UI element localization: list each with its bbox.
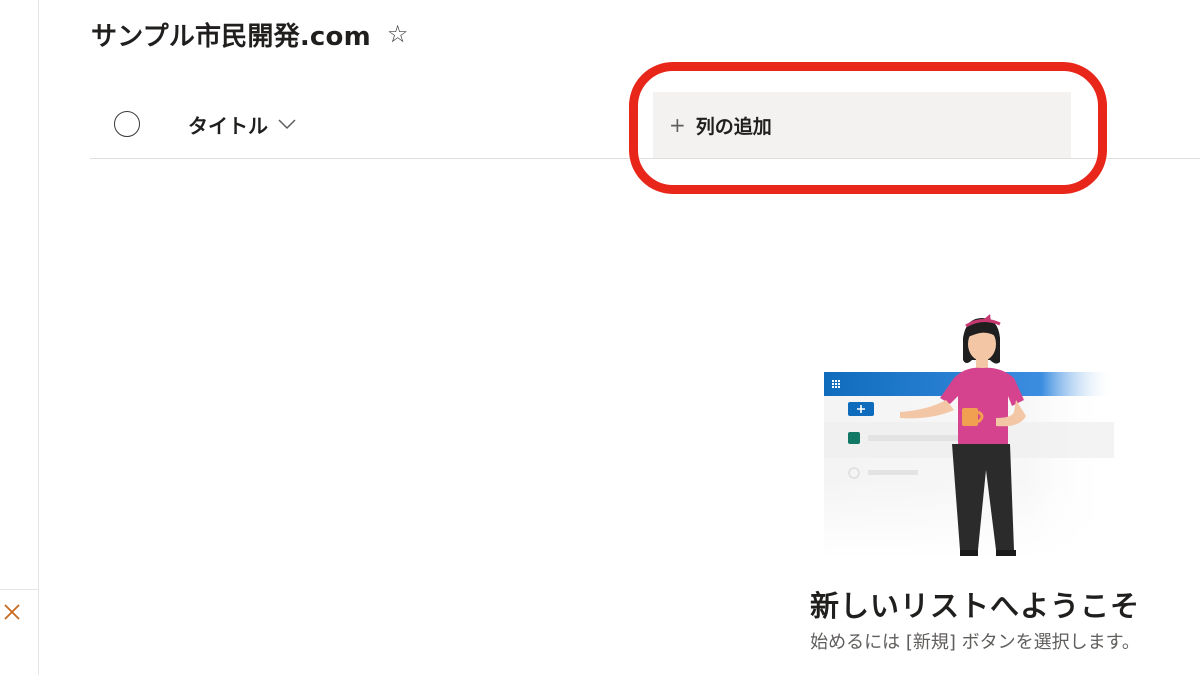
chevron-down-icon[interactable] — [278, 115, 296, 134]
close-icon[interactable] — [1, 601, 23, 623]
title-row: サンプル市民開発.com ☆ — [91, 14, 408, 54]
column-header-title[interactable]: タイトル — [188, 110, 296, 138]
page-title: サンプル市民開発.com — [91, 21, 371, 52]
empty-state-message: 始めるには [新規] ボタンを選択します。 — [810, 632, 1140, 653]
add-column-label: 列の追加 — [695, 115, 772, 138]
select-all-checkbox[interactable] — [114, 111, 140, 137]
left-rail — [0, 0, 39, 675]
plus-icon: + — [669, 113, 686, 137]
column-header-title-label: タイトル — [188, 113, 268, 138]
empty-state-heading: 新しいリストへようこそ — [809, 589, 1140, 623]
add-column-button[interactable]: + 列の追加 — [653, 92, 1071, 158]
list-column-header-row: タイトル + 列の追加 — [90, 90, 1200, 159]
rail-divider — [0, 589, 38, 590]
star-icon[interactable]: ☆ — [387, 22, 409, 46]
page: サンプル市民開発.com ☆ タイトル + 列の追加 新しいリストへようこそ 始… — [0, 0, 1200, 675]
welcome-illustration — [824, 314, 1114, 558]
